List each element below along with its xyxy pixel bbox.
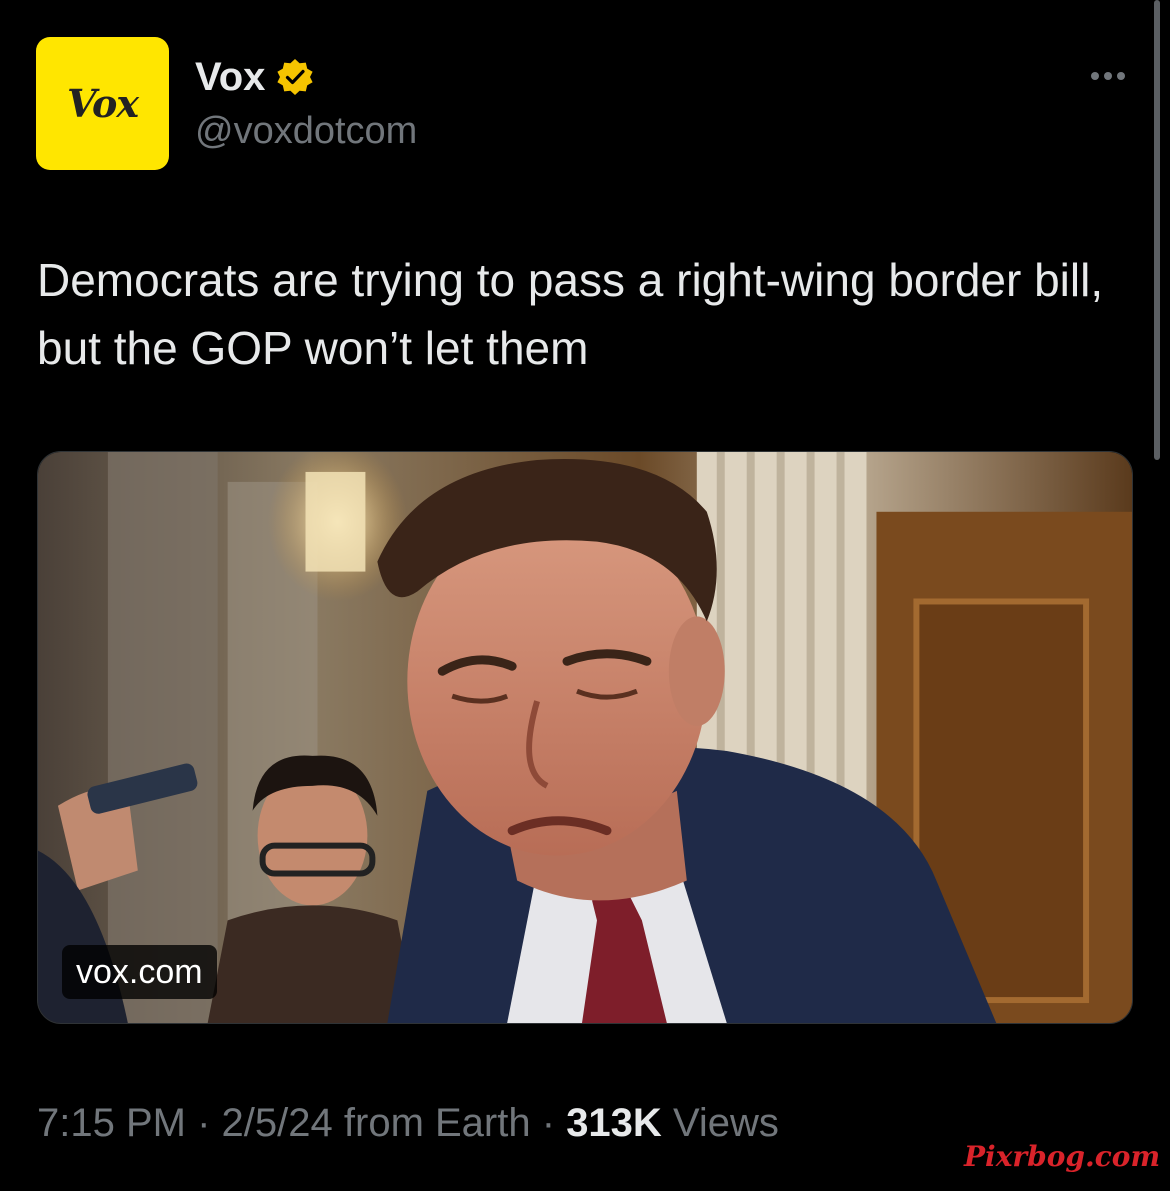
avatar[interactable]: Vox bbox=[36, 37, 169, 170]
views-label: Views bbox=[672, 1101, 779, 1145]
watermark: Pixrbog.com bbox=[964, 1140, 1161, 1173]
tweet-source: from Earth bbox=[343, 1101, 531, 1145]
link-card-image[interactable]: vox.com bbox=[37, 451, 1133, 1024]
link-domain-badge: vox.com bbox=[62, 945, 217, 999]
more-options-icon[interactable] bbox=[1078, 58, 1138, 94]
tweet-text: Democrats are trying to pass a right-win… bbox=[37, 254, 1104, 374]
tweet-time[interactable]: 7:15 PM bbox=[37, 1101, 186, 1145]
vox-logo: Vox bbox=[67, 81, 139, 126]
meta-separator: · bbox=[541, 1101, 556, 1145]
author-display-name[interactable]: Vox bbox=[195, 52, 265, 102]
verified-badge-icon bbox=[275, 57, 315, 97]
views-count[interactable]: 313K bbox=[566, 1101, 662, 1145]
author-handle[interactable]: @voxdotcom bbox=[195, 107, 417, 155]
scrollbar[interactable] bbox=[1154, 0, 1160, 460]
article-photo bbox=[38, 452, 1132, 1023]
tweet-date[interactable]: 2/5/24 bbox=[222, 1101, 333, 1145]
tweet-metadata: 7:15 PM · 2/5/24 from Earth · 313K Views bbox=[37, 1097, 779, 1149]
meta-separator: · bbox=[197, 1101, 211, 1145]
author-name-row: Vox bbox=[195, 52, 315, 102]
